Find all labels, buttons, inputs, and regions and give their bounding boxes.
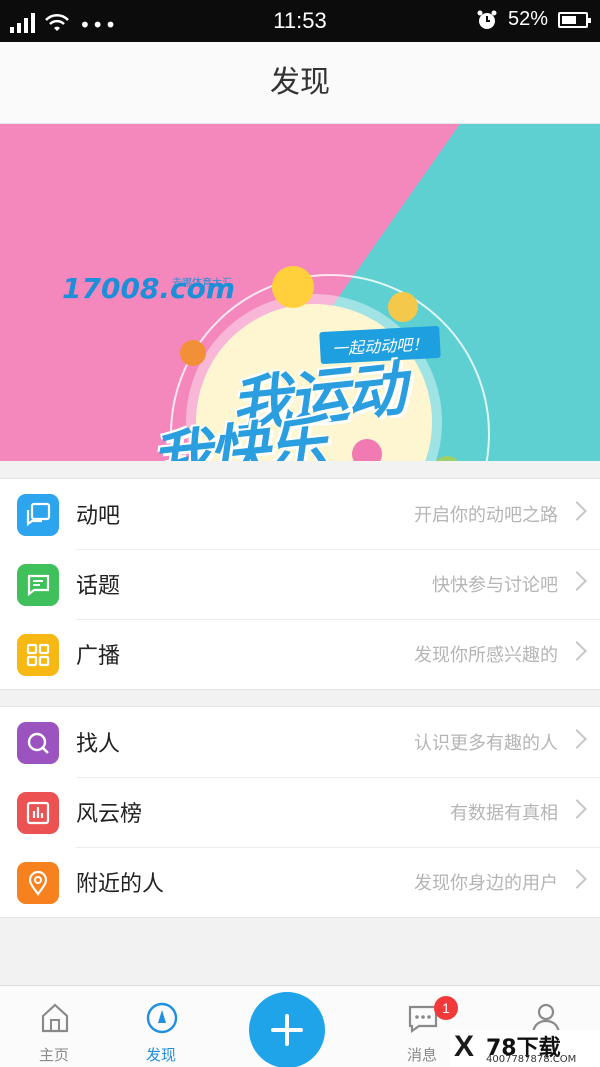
banner-logo-sub: 去哪体育大汇 bbox=[172, 278, 232, 289]
menu-item-hint: 快快参与讨论吧 bbox=[432, 575, 558, 596]
alarm-icon bbox=[477, 10, 497, 29]
menu-item-topics[interactable]: 话题 快快参与讨论吧 bbox=[0, 549, 600, 619]
menu-item-hint: 发现你所感兴趣的 bbox=[414, 645, 558, 666]
home-icon bbox=[41, 1003, 69, 1033]
menu-group-1: 动吧 开启你的动吧之路 话题 快快参与讨论吧 广播 发现你所感兴趣的 bbox=[0, 478, 600, 690]
chat-square-icon bbox=[17, 494, 59, 536]
compass-icon bbox=[146, 1002, 178, 1034]
pink-ball-icon bbox=[352, 439, 382, 461]
menu-item-label: 附近的人 bbox=[76, 872, 165, 897]
promo-banner[interactable]: 17008.com 去哪体育大汇 一起动动吧！ 我运动 我快乐 bbox=[0, 124, 600, 461]
watermark-logo: X bbox=[454, 1030, 475, 1063]
menu-item-leaderboard[interactable]: 风云榜 有数据有真相 bbox=[0, 777, 600, 847]
status-right: 52% bbox=[476, 8, 591, 31]
tab-discover[interactable]: 发现 bbox=[111, 986, 211, 1067]
tab-home-label: 主页 bbox=[38, 1046, 69, 1064]
menu-item-find-people[interactable]: 找人 认识更多有趣的人 bbox=[0, 707, 600, 777]
page-title: 发现 bbox=[270, 65, 330, 100]
menu-group-2: 找人 认识更多有趣的人 风云榜 有数据有真相 附近的人 发现你身边的用户 bbox=[0, 706, 600, 918]
menu-item-label: 动吧 bbox=[76, 504, 121, 529]
chevron-right-icon bbox=[567, 869, 587, 889]
menu-item-hint: 认识更多有趣的人 bbox=[414, 733, 558, 754]
basketball-icon bbox=[180, 340, 206, 366]
menu-item-label: 广播 bbox=[76, 644, 121, 669]
add-post-button[interactable] bbox=[249, 992, 325, 1067]
menu-item-label: 话题 bbox=[76, 574, 121, 599]
watermark-url: 4007787878.COM bbox=[486, 1054, 577, 1065]
chevron-right-icon bbox=[567, 729, 587, 749]
status-bar: ••• 11:53 52% bbox=[0, 0, 600, 42]
search-icon bbox=[17, 722, 59, 764]
tab-discover-label: 发现 bbox=[145, 1046, 176, 1064]
message-lines-icon bbox=[17, 564, 59, 606]
bar-chart-icon bbox=[17, 792, 59, 834]
badminton-icon bbox=[388, 292, 418, 322]
title-bar: 发现 bbox=[0, 42, 600, 124]
tab-home[interactable]: 主页 bbox=[4, 986, 104, 1067]
chevron-right-icon bbox=[567, 799, 587, 819]
chevron-right-icon bbox=[567, 571, 587, 591]
chevron-right-icon bbox=[567, 641, 587, 661]
menu-item-hint: 有数据有真相 bbox=[450, 803, 558, 824]
menu-item-label: 风云榜 bbox=[76, 802, 143, 827]
menu-item-hint: 发现你身边的用户 bbox=[414, 873, 558, 894]
pingpong-icon bbox=[272, 266, 314, 308]
chevron-right-icon bbox=[567, 501, 587, 521]
battery-icon bbox=[558, 11, 591, 28]
location-pin-icon bbox=[17, 862, 59, 904]
menu-item-broadcast[interactable]: 广播 发现你所感兴趣的 bbox=[0, 619, 600, 689]
site-watermark: X 78下载 4007787878.COM bbox=[450, 1030, 600, 1067]
battery-percent: 52% bbox=[507, 8, 548, 30]
menu-item-nearby[interactable]: 附近的人 发现你身边的用户 bbox=[0, 847, 600, 917]
grid-icon bbox=[17, 634, 59, 676]
menu-item-hint: 开启你的动吧之路 bbox=[414, 505, 558, 526]
menu-item-dongba[interactable]: 动吧 开启你的动吧之路 bbox=[0, 479, 600, 549]
message-count-badge: 1 bbox=[434, 996, 458, 1020]
menu-item-label: 找人 bbox=[76, 732, 121, 757]
